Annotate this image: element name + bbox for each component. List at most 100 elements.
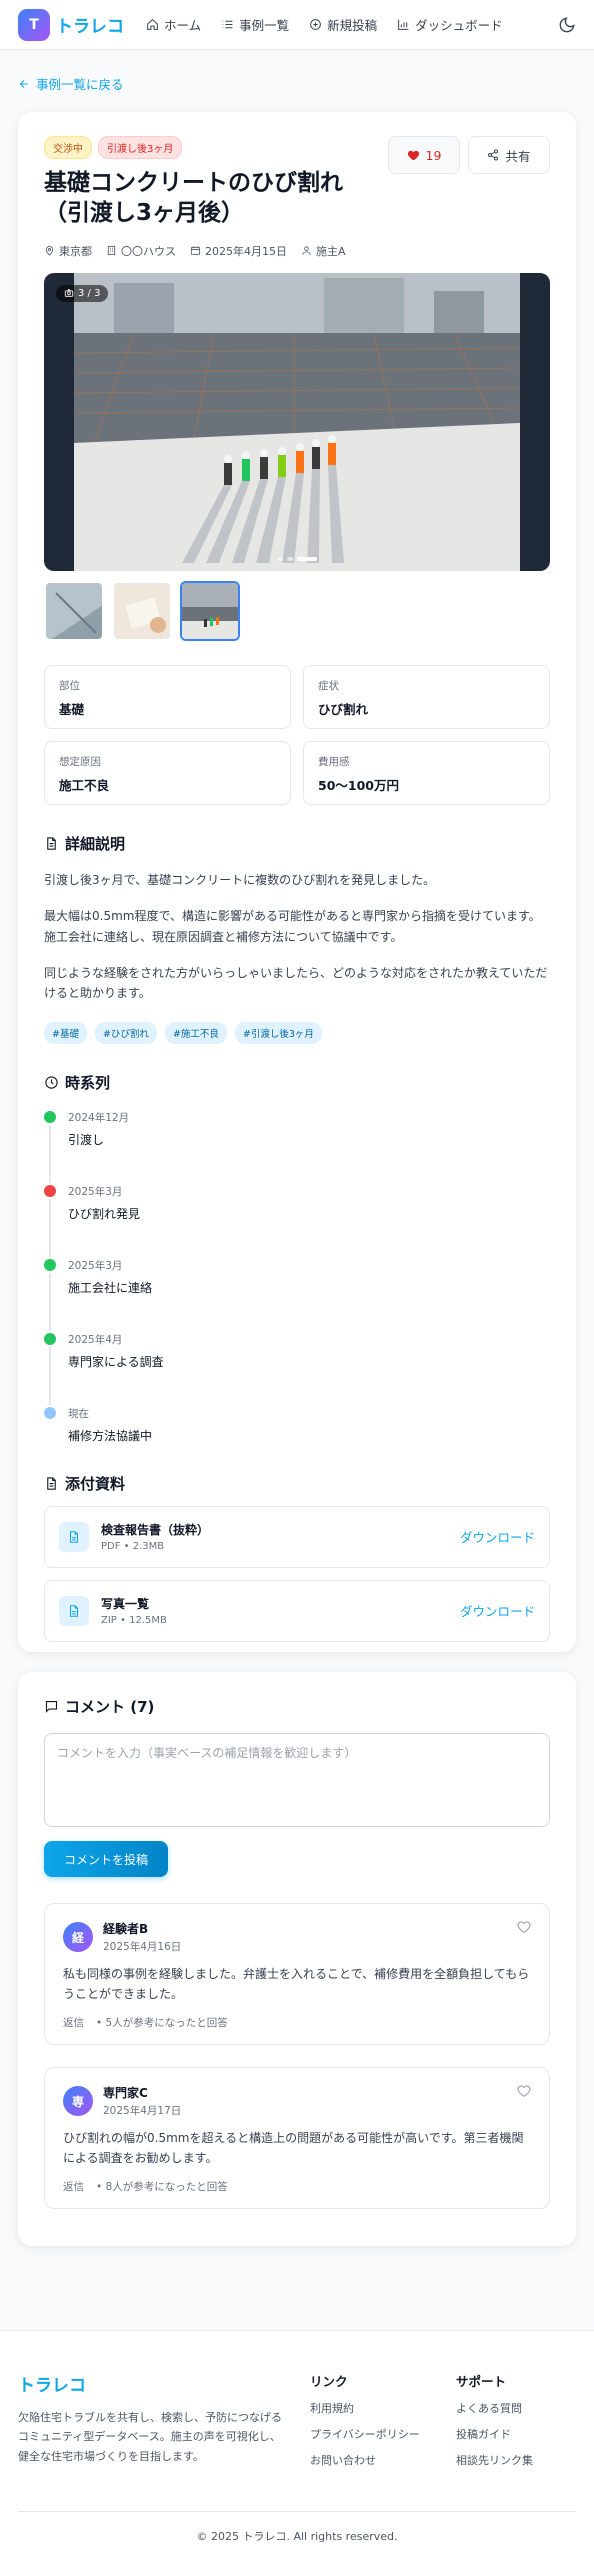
meta-company-text: 〇〇ハウス — [121, 244, 176, 258]
nav-new-post-label: 新規投稿 — [327, 18, 378, 33]
footer-link-contact[interactable]: お問い合わせ — [310, 2452, 420, 2468]
clock-icon — [45, 1076, 58, 1089]
description-paragraph: 最大幅は0.5mm程度で、構造に影響がある可能性があると専門家から指摘を受けてい… — [44, 909, 541, 944]
gallery-dot[interactable] — [287, 556, 293, 561]
footer-link-faq[interactable]: よくある質問 — [456, 2400, 533, 2416]
comment-item: 専 専門家C 2025年4月17日 ひび割れの幅が0.5mmを超えると構造上の問… — [44, 2067, 550, 2209]
heart-outline-icon[interactable] — [517, 1920, 531, 1934]
comments-heading: コメント (7) — [44, 1696, 550, 1717]
attachments-section: 添付資料 検査報告書（抜粋） PDF • 2.3MB ダウンロード 写真一覧 Z… — [44, 1473, 550, 1642]
tag[interactable]: #ひび割れ — [94, 1021, 157, 1044]
nav-case-list[interactable]: 事例一覧 — [213, 9, 297, 40]
nav-dashboard[interactable]: ダッシュボード — [389, 9, 511, 40]
comment-date: 2025年4月17日 — [103, 2105, 182, 2117]
map-pin-icon — [45, 246, 54, 256]
thumbnail-2[interactable] — [112, 581, 172, 641]
share-icon — [488, 149, 499, 161]
user-icon — [302, 246, 311, 255]
gallery-counter-text: 3 / 3 — [78, 287, 101, 299]
footer-description: 欠陥住宅トラブルを共有し、検索し、予防につなげるコミュニティ型データベース。施主… — [18, 2411, 282, 2463]
timeline-section: 時系列 2024年12月 引渡し 2025年3月 ひび割れ発見 2025年3月 … — [44, 1072, 550, 1457]
comment-author[interactable]: 経験者B — [103, 1920, 181, 1937]
timeline-date: 2024年12月 — [68, 1111, 130, 1124]
nav-home-label: ホーム — [164, 18, 202, 33]
timeline-text: ひび割れ発見 — [68, 1206, 141, 1221]
attr-label: 想定原因 — [59, 755, 101, 768]
tag-list: #基礎 #ひび割れ #施工不良 #引渡し後3ヶ月 — [44, 1021, 550, 1044]
tag[interactable]: #基礎 — [44, 1021, 87, 1044]
tag[interactable]: #引渡し後3ヶ月 — [234, 1021, 322, 1044]
home-icon — [147, 18, 158, 30]
reply-button[interactable]: 返信 — [63, 2015, 84, 2030]
reply-button[interactable]: 返信 — [63, 2179, 84, 2194]
footer-link-consult[interactable]: 相談先リンク集 — [456, 2452, 533, 2468]
document-icon — [47, 1477, 56, 1490]
message-icon — [45, 1700, 58, 1713]
attr-part: 部位 基礎 — [44, 664, 291, 729]
file-icon — [59, 1521, 89, 1552]
comments-card: コメント (7) コメントを入力（事実ベースの補足情報を歓迎します） コメントを… — [18, 1672, 576, 2246]
bar-chart-icon — [398, 19, 409, 30]
comment-footer: 返信 • 5人が参考になったと回答 — [63, 2015, 531, 2030]
comment-item: 経 経験者B 2025年4月16日 私も同様の事例を経験しました。弁護士を入れる… — [44, 1903, 550, 2045]
timeline-text: 補修方法協議中 — [68, 1428, 153, 1443]
comment-input[interactable]: コメントを入力（事実ベースの補足情報を歓迎します） — [44, 1733, 550, 1827]
image-gallery[interactable]: 3 / 3 — [44, 272, 550, 571]
download-button[interactable]: ダウンロード — [460, 1601, 535, 1620]
heart-icon — [407, 150, 419, 160]
timeline-dot — [44, 1406, 56, 1419]
nav-case-list-label: 事例一覧 — [239, 18, 290, 33]
comment-author[interactable]: 専門家C — [103, 2084, 181, 2101]
attr-value: 施工不良 — [59, 777, 110, 793]
attachment-meta: ZIP • 12.5MB — [101, 1615, 167, 1627]
share-button[interactable]: 共有 — [468, 136, 550, 174]
footer-link-guide[interactable]: 投稿ガイド — [456, 2426, 533, 2442]
heart-outline-icon[interactable] — [517, 2084, 531, 2098]
description-heading: 詳細説明 — [44, 833, 550, 854]
meta-location: 東京都 — [44, 243, 92, 259]
footer-brand: トラレコ 欠陥住宅トラブルを共有し、検索し、予防につなげるコミュニティ型データベ… — [18, 2371, 288, 2466]
meta-owner-text: 施主A — [316, 244, 346, 258]
helpful-count: • 8人が参考になったと回答 — [96, 2180, 228, 2193]
comment-body: 私も同様の事例を経験しました。弁護士を入れることで、補修費用を全額負担してもらう… — [63, 1967, 530, 2002]
post-comment-button[interactable]: コメントを投稿 — [44, 1841, 168, 1877]
back-to-list-link[interactable]: 事例一覧に戻る — [18, 74, 124, 93]
meta-date: 2025年4月15日 — [190, 243, 287, 259]
footer-link-terms[interactable]: 利用規約 — [310, 2400, 420, 2416]
thumbnail-image — [46, 582, 102, 639]
list-icon — [222, 20, 233, 29]
timeline-connector — [49, 1198, 51, 1257]
footer-link-privacy[interactable]: プライバシーポリシー — [310, 2426, 420, 2442]
theme-toggle-moon-icon[interactable] — [558, 16, 576, 34]
gallery-thumbnails — [44, 580, 550, 641]
top-header: T トラレコ ホーム 事例一覧 新規投稿 ダッシュボード — [0, 0, 594, 50]
timeline-date: 2025年4月 — [68, 1333, 123, 1346]
attachment-name: 検査報告書（抜粋） — [101, 1523, 210, 1538]
camera-icon — [64, 289, 74, 298]
comment-header: 専 専門家C 2025年4月17日 — [63, 2084, 531, 2118]
description-paragraph: 同じような経験をされた方がいらっしゃいましたら、どのような対応をされたか教えてい… — [44, 965, 548, 1001]
timeline-connector — [49, 1346, 51, 1405]
attr-value: 50〜100万円 — [318, 777, 399, 793]
gallery-dot-active[interactable] — [297, 556, 317, 561]
arrow-left-icon — [19, 79, 28, 88]
nav-new-post[interactable]: 新規投稿 — [301, 9, 385, 40]
nav-home[interactable]: ホーム — [138, 9, 209, 40]
download-button[interactable]: ダウンロード — [460, 1527, 535, 1546]
attachment-item: 検査報告書（抜粋） PDF • 2.3MB ダウンロード — [44, 1505, 550, 1568]
gallery-dot[interactable] — [277, 556, 283, 561]
timeline-item: 2024年12月 引渡し — [44, 1109, 550, 1183]
thumbnail-3[interactable] — [180, 580, 240, 641]
attr-label: 費用感 — [318, 755, 350, 768]
comment-header: 経 経験者B 2025年4月16日 — [63, 1920, 531, 1954]
logo[interactable]: T トラレコ — [18, 8, 124, 41]
attr-value: 基礎 — [59, 701, 85, 717]
footer-support: サポート よくある質問 投稿ガイド 相談先リンク集 — [456, 2371, 533, 2468]
tag[interactable]: #施工不良 — [164, 1021, 227, 1044]
thumbnail-1[interactable] — [44, 581, 104, 641]
description-heading-text: 詳細説明 — [65, 834, 126, 853]
avatar: 経 — [63, 1922, 93, 1952]
like-button[interactable]: 19 — [388, 136, 460, 174]
footer-logo[interactable]: トラレコ — [18, 2371, 288, 2396]
case-meta: 東京都 〇〇ハウス 2025年4月15日 施主A — [44, 243, 550, 259]
